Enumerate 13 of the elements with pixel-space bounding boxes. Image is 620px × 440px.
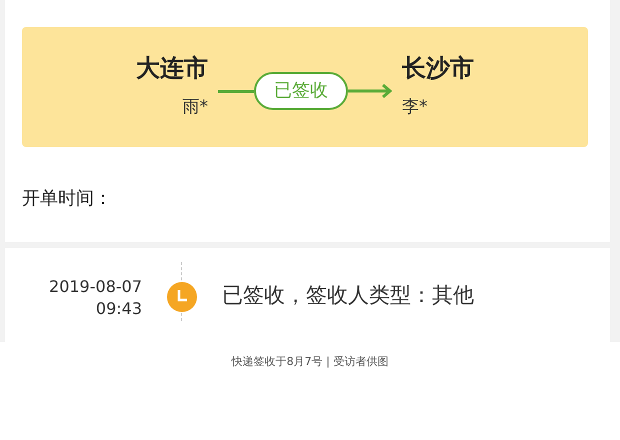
route-line xyxy=(218,90,254,92)
clock-icon xyxy=(166,281,198,313)
event-time: 09:43 xyxy=(94,298,142,320)
event-date: 2019-08-07 xyxy=(48,276,142,298)
route-arrow xyxy=(348,83,392,99)
event-description: 已签收，签收人类型：其他 xyxy=(222,282,474,309)
recipient-name: 李* xyxy=(402,96,428,119)
order-time-label: 开单时间： xyxy=(22,188,112,209)
destination-city: 长沙市 xyxy=(402,54,474,83)
origin-city: 大连市 xyxy=(136,54,208,83)
status-pill: 已签收 xyxy=(254,72,348,110)
sender-name: 雨* xyxy=(182,96,208,119)
image-caption: 快递签收于8月7号 | 受访者供图 xyxy=(232,355,388,368)
